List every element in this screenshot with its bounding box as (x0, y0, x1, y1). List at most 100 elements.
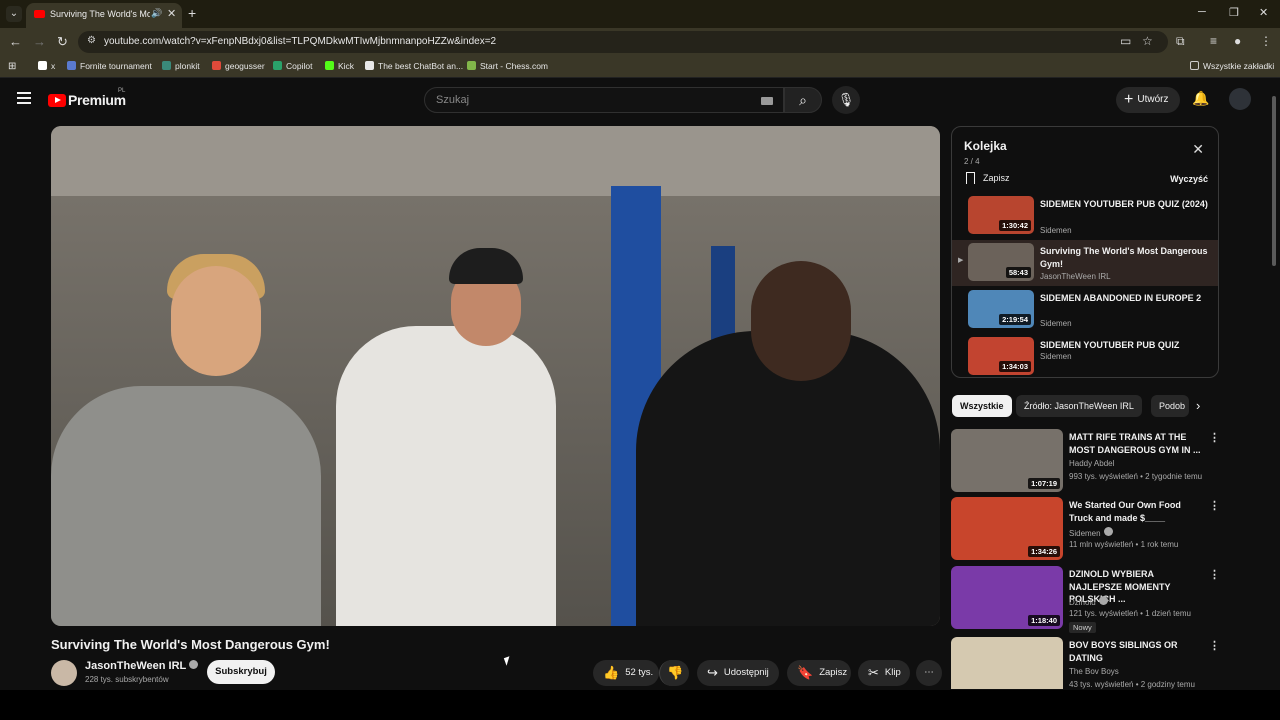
subscribe-button[interactable]: Subskrybuj (207, 660, 275, 684)
map-pin-icon (212, 61, 221, 70)
queue-item-channel: JasonTheWeen IRL (1040, 272, 1111, 281)
window-close-icon[interactable]: ✕ (1259, 6, 1268, 19)
related-channel[interactable]: The Bov Boys (1069, 667, 1119, 676)
queue-save-button[interactable]: Zapisz (966, 172, 1010, 184)
bookmark-fortnite[interactable]: Fornite tournament (67, 61, 152, 71)
related-thumbnail[interactable]: 1:07:19 (951, 429, 1063, 492)
profile-icon[interactable]: ● (1234, 34, 1241, 48)
url-text[interactable]: youtube.com/watch?v=xFenpNBdxj0&list=TLP… (104, 36, 496, 47)
menu-icon[interactable] (17, 92, 31, 104)
queue-thumbnail[interactable]: 1:34:03 (968, 337, 1034, 375)
related-channel[interactable]: Haddy Abdel (1069, 459, 1114, 468)
bookmark-x[interactable]: x (38, 61, 55, 71)
bookmark-chess[interactable]: Start - Chess.com (467, 61, 548, 71)
more-vertical-icon[interactable]: ⋮ (1209, 499, 1220, 512)
queue-item[interactable]: 1:30:42 SIDEMEN YOUTUBER PUB QUIZ (2024)… (952, 193, 1218, 239)
voice-search-button[interactable]: 🎙 (832, 86, 860, 114)
related-title[interactable]: BOV BOYS SIBLINGS OR DATING (1069, 639, 1207, 664)
close-queue-icon[interactable]: ✕ (1192, 141, 1204, 158)
scissors-icon: ✂ (868, 665, 879, 680)
related-channel[interactable]: Sidemen (1069, 527, 1113, 538)
bookmark-chatbot[interactable]: The best ChatBot an... (365, 61, 463, 71)
keyboard-icon[interactable] (761, 97, 773, 105)
queue-item-title[interactable]: SIDEMEN ABANDONED IN EUROPE 2 (1040, 292, 1210, 305)
chrome-menu-icon[interactable]: ⋮ (1260, 34, 1272, 48)
clip-button[interactable]: ✂ Klip (858, 660, 910, 686)
save-button[interactable]: 🔖 Zapisz (787, 660, 851, 686)
bookmark-kick[interactable]: Kick (325, 61, 354, 71)
tab-search-button[interactable]: ⌄ (6, 6, 22, 22)
subscriber-count: 228 tys. subskrybentów (85, 675, 169, 684)
more-vertical-icon[interactable]: ⋮ (1209, 568, 1220, 581)
related-video[interactable]: 1:34:26 We Started Our Own Food Truck an… (951, 497, 1221, 561)
related-channel[interactable]: Dzinold (1069, 596, 1108, 607)
video-frame-ceiling (51, 126, 940, 196)
scrollbar-thumb[interactable] (1272, 96, 1276, 266)
youtube-premium-logo[interactable]: Premium PL (48, 88, 126, 110)
like-button[interactable]: 👍 52 tys. (593, 660, 659, 686)
chevron-right-icon[interactable]: › (1196, 398, 1200, 413)
related-title[interactable]: We Started Our Own Food Truck and made $… (1069, 499, 1207, 524)
related-video[interactable]: 1:07:19 MATT RIFE TRAINS AT THE MOST DAN… (951, 429, 1221, 493)
related-title[interactable]: MATT RIFE TRAINS AT THE MOST DANGEROUS G… (1069, 431, 1207, 456)
restore-icon[interactable]: ❐ (1229, 6, 1239, 19)
media-controls-icon[interactable]: ≡ (1210, 34, 1217, 48)
region-code: PL (118, 88, 126, 94)
new-tab-button[interactable]: + (188, 5, 196, 21)
video-person-1-head (171, 266, 261, 376)
bookmark-geoguessr[interactable]: geogusser (212, 61, 265, 71)
bookmark-star-icon[interactable]: ☆ (1142, 34, 1153, 48)
create-button[interactable]: + Utwórz (1116, 87, 1180, 113)
queue-item-title[interactable]: Surviving The World's Most Dangerous Gym… (1040, 245, 1210, 270)
related-thumbnail[interactable]: 1:18:40 (951, 566, 1063, 629)
more-vertical-icon[interactable]: ⋮ (1209, 431, 1220, 444)
related-thumbnail[interactable] (951, 637, 1063, 689)
related-meta: 121 tys. wyświetleń • 1 dzień temu (1069, 609, 1191, 618)
search-input[interactable]: Szukaj (424, 87, 784, 113)
more-actions-button[interactable]: ⋯ (916, 660, 942, 686)
queue-item-current[interactable]: ▶ 58:43 Surviving The World's Most Dange… (952, 240, 1218, 286)
plus-icon: + (1124, 91, 1134, 108)
related-thumbnail[interactable]: 1:34:26 (951, 497, 1063, 560)
related-video[interactable]: 1:18:40 DZINOLD WYBIERA NAJLEPSZE MOMENT… (951, 566, 1221, 633)
all-bookmarks[interactable]: Wszystkie zakładki (1190, 61, 1274, 71)
queue-item-title[interactable]: SIDEMEN YOUTUBER PUB QUIZ (2024) (1040, 198, 1210, 211)
share-button[interactable]: ↪ Udostępnij (697, 660, 779, 686)
queue-thumbnail[interactable]: 2:19:54 (968, 290, 1034, 328)
site-info-icon[interactable]: ⚙ (87, 35, 96, 46)
queue-item-title[interactable]: SIDEMEN YOUTUBER PUB QUIZ (1040, 339, 1210, 352)
audio-playing-icon[interactable]: 🔊 (151, 8, 162, 19)
more-vertical-icon[interactable]: ⋮ (1209, 639, 1220, 652)
bookmark-plonkit[interactable]: plonkit (162, 61, 200, 71)
page-scrollbar[interactable] (1271, 84, 1277, 690)
close-tab-icon[interactable]: ✕ (167, 7, 176, 20)
queue-item[interactable]: 2:19:54 SIDEMEN ABANDONED IN EUROPE 2 Si… (952, 287, 1218, 333)
notifications-bell-icon[interactable]: 🔔 (1192, 90, 1209, 107)
chip-similar[interactable]: Podob (1151, 395, 1189, 417)
account-avatar[interactable] (1229, 88, 1251, 110)
dislike-button[interactable]: 👎 (659, 660, 689, 686)
chip-all[interactable]: Wszystkie (952, 395, 1012, 417)
cast-icon[interactable]: ▭ (1120, 34, 1131, 48)
related-meta: 11 mln wyświetleń • 1 rok temu (1069, 540, 1179, 549)
extensions-icon[interactable]: ⧉ (1176, 34, 1185, 49)
back-icon[interactable]: ← (9, 34, 22, 49)
queue-thumbnail[interactable]: 58:43 (968, 243, 1034, 281)
minimize-icon[interactable]: ─ (1198, 6, 1206, 18)
queue-item[interactable]: 1:34:03 SIDEMEN YOUTUBER PUB QUIZ Sideme… (952, 334, 1218, 377)
bookmark-copilot[interactable]: Copilot (273, 61, 312, 71)
queue-thumbnail[interactable]: 1:30:42 (968, 196, 1034, 234)
video-player[interactable] (51, 126, 940, 626)
chip-from-channel[interactable]: Źródło: JasonTheWeen IRL (1016, 395, 1142, 417)
apps-icon[interactable]: ⊞ (8, 61, 16, 72)
related-video[interactable]: BOV BOYS SIBLINGS OR DATING The Bov Boys… (951, 637, 1221, 689)
omnibox[interactable]: ⚙ youtube.com/watch?v=xFenpNBdxj0&list=T… (78, 31, 1168, 53)
forward-icon[interactable]: → (33, 34, 46, 49)
youtube-favicon-icon (34, 10, 45, 18)
queue-clear-button[interactable]: Wyczyść (1170, 174, 1208, 184)
browser-tab[interactable]: Surviving The World's Most 🔊 ✕ (26, 3, 182, 28)
reload-icon[interactable]: ↻ (57, 34, 68, 50)
channel-avatar[interactable] (51, 660, 77, 686)
channel-name[interactable]: JasonTheWeen IRL (85, 660, 199, 672)
search-button[interactable]: ⌕ (784, 87, 822, 113)
